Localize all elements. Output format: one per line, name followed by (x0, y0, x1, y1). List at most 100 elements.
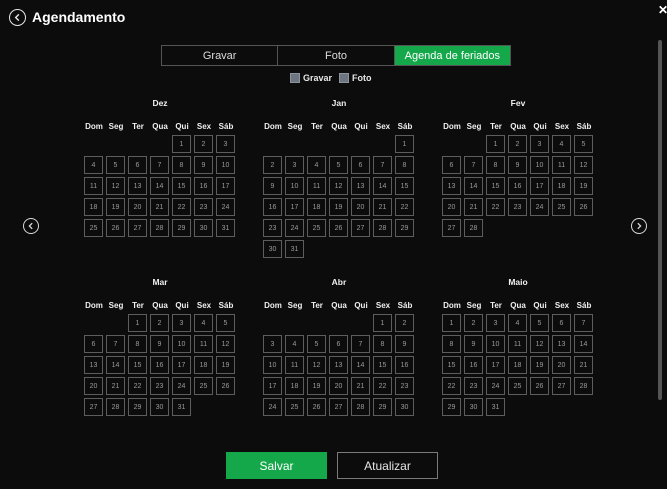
day-cell[interactable]: 1 (172, 135, 191, 153)
day-cell[interactable]: 1 (442, 314, 461, 332)
day-cell[interactable]: 12 (530, 335, 549, 353)
day-cell[interactable]: 30 (150, 398, 169, 416)
close-icon[interactable]: ✕ (658, 3, 667, 17)
day-cell[interactable]: 13 (84, 356, 103, 374)
day-cell[interactable]: 28 (464, 219, 483, 237)
day-cell[interactable]: 12 (216, 335, 235, 353)
day-cell[interactable]: 3 (530, 135, 549, 153)
back-icon[interactable] (9, 9, 26, 26)
day-cell[interactable]: 8 (128, 335, 147, 353)
day-cell[interactable]: 29 (128, 398, 147, 416)
day-cell[interactable]: 21 (464, 198, 483, 216)
day-cell[interactable]: 23 (508, 198, 527, 216)
day-cell[interactable]: 11 (194, 335, 213, 353)
day-cell[interactable]: 8 (442, 335, 461, 353)
day-cell[interactable]: 27 (552, 377, 571, 395)
day-cell[interactable]: 7 (464, 156, 483, 174)
day-cell[interactable]: 25 (508, 377, 527, 395)
day-cell[interactable]: 25 (552, 198, 571, 216)
day-cell[interactable]: 30 (194, 219, 213, 237)
day-cell[interactable]: 31 (172, 398, 191, 416)
day-cell[interactable]: 29 (373, 398, 392, 416)
day-cell[interactable]: 16 (395, 356, 414, 374)
day-cell[interactable]: 4 (508, 314, 527, 332)
day-cell[interactable]: 9 (263, 177, 282, 195)
update-button[interactable]: Atualizar (337, 452, 438, 479)
day-cell[interactable]: 5 (574, 135, 593, 153)
day-cell[interactable]: 17 (263, 377, 282, 395)
day-cell[interactable]: 1 (128, 314, 147, 332)
day-cell[interactable]: 21 (373, 198, 392, 216)
day-cell[interactable]: 3 (285, 156, 304, 174)
day-cell[interactable]: 25 (84, 219, 103, 237)
day-cell[interactable]: 1 (486, 135, 505, 153)
day-cell[interactable]: 4 (194, 314, 213, 332)
day-cell[interactable]: 5 (530, 314, 549, 332)
day-cell[interactable]: 26 (574, 198, 593, 216)
day-cell[interactable]: 17 (285, 198, 304, 216)
day-cell[interactable]: 14 (351, 356, 370, 374)
day-cell[interactable]: 25 (194, 377, 213, 395)
day-cell[interactable]: 17 (216, 177, 235, 195)
day-cell[interactable]: 5 (106, 156, 125, 174)
day-cell[interactable]: 2 (263, 156, 282, 174)
day-cell[interactable]: 24 (530, 198, 549, 216)
day-cell[interactable]: 21 (351, 377, 370, 395)
day-cell[interactable]: 13 (329, 356, 348, 374)
day-cell[interactable]: 31 (285, 240, 304, 258)
day-cell[interactable]: 6 (351, 156, 370, 174)
day-cell[interactable]: 5 (329, 156, 348, 174)
day-cell[interactable]: 22 (373, 377, 392, 395)
day-cell[interactable]: 22 (172, 198, 191, 216)
day-cell[interactable]: 22 (442, 377, 461, 395)
day-cell[interactable]: 20 (128, 198, 147, 216)
day-cell[interactable]: 18 (552, 177, 571, 195)
day-cell[interactable]: 19 (329, 198, 348, 216)
day-cell[interactable]: 10 (172, 335, 191, 353)
day-cell[interactable]: 11 (307, 177, 326, 195)
day-cell[interactable]: 20 (442, 198, 461, 216)
day-cell[interactable]: 27 (351, 219, 370, 237)
day-cell[interactable]: 4 (84, 156, 103, 174)
day-cell[interactable]: 6 (128, 156, 147, 174)
day-cell[interactable]: 12 (307, 356, 326, 374)
save-button[interactable]: Salvar (226, 452, 327, 479)
day-cell[interactable]: 14 (373, 177, 392, 195)
day-cell[interactable]: 1 (373, 314, 392, 332)
day-cell[interactable]: 3 (172, 314, 191, 332)
day-cell[interactable]: 16 (464, 356, 483, 374)
day-cell[interactable]: 24 (216, 198, 235, 216)
day-cell[interactable]: 7 (373, 156, 392, 174)
day-cell[interactable]: 27 (329, 398, 348, 416)
day-cell[interactable]: 25 (285, 398, 304, 416)
prev-months-icon[interactable] (23, 218, 39, 234)
scrollbar-thumb[interactable] (658, 40, 662, 400)
day-cell[interactable]: 28 (373, 219, 392, 237)
day-cell[interactable]: 10 (263, 356, 282, 374)
day-cell[interactable]: 28 (574, 377, 593, 395)
day-cell[interactable]: 28 (351, 398, 370, 416)
day-cell[interactable]: 9 (194, 156, 213, 174)
tab-agenda-de-feriados[interactable]: Agenda de feriados (394, 46, 510, 65)
day-cell[interactable]: 18 (508, 356, 527, 374)
day-cell[interactable]: 24 (263, 398, 282, 416)
next-months-icon[interactable] (631, 218, 647, 234)
day-cell[interactable]: 10 (486, 335, 505, 353)
day-cell[interactable]: 30 (263, 240, 282, 258)
day-cell[interactable]: 10 (530, 156, 549, 174)
day-cell[interactable]: 2 (464, 314, 483, 332)
day-cell[interactable]: 4 (307, 156, 326, 174)
day-cell[interactable]: 27 (84, 398, 103, 416)
day-cell[interactable]: 26 (216, 377, 235, 395)
day-cell[interactable]: 21 (574, 356, 593, 374)
day-cell[interactable]: 8 (395, 156, 414, 174)
day-cell[interactable]: 2 (508, 135, 527, 153)
day-cell[interactable]: 6 (442, 156, 461, 174)
day-cell[interactable]: 17 (486, 356, 505, 374)
day-cell[interactable]: 2 (194, 135, 213, 153)
day-cell[interactable]: 19 (307, 377, 326, 395)
day-cell[interactable]: 18 (194, 356, 213, 374)
day-cell[interactable]: 30 (464, 398, 483, 416)
tab-foto[interactable]: Foto (278, 46, 395, 65)
day-cell[interactable]: 15 (172, 177, 191, 195)
